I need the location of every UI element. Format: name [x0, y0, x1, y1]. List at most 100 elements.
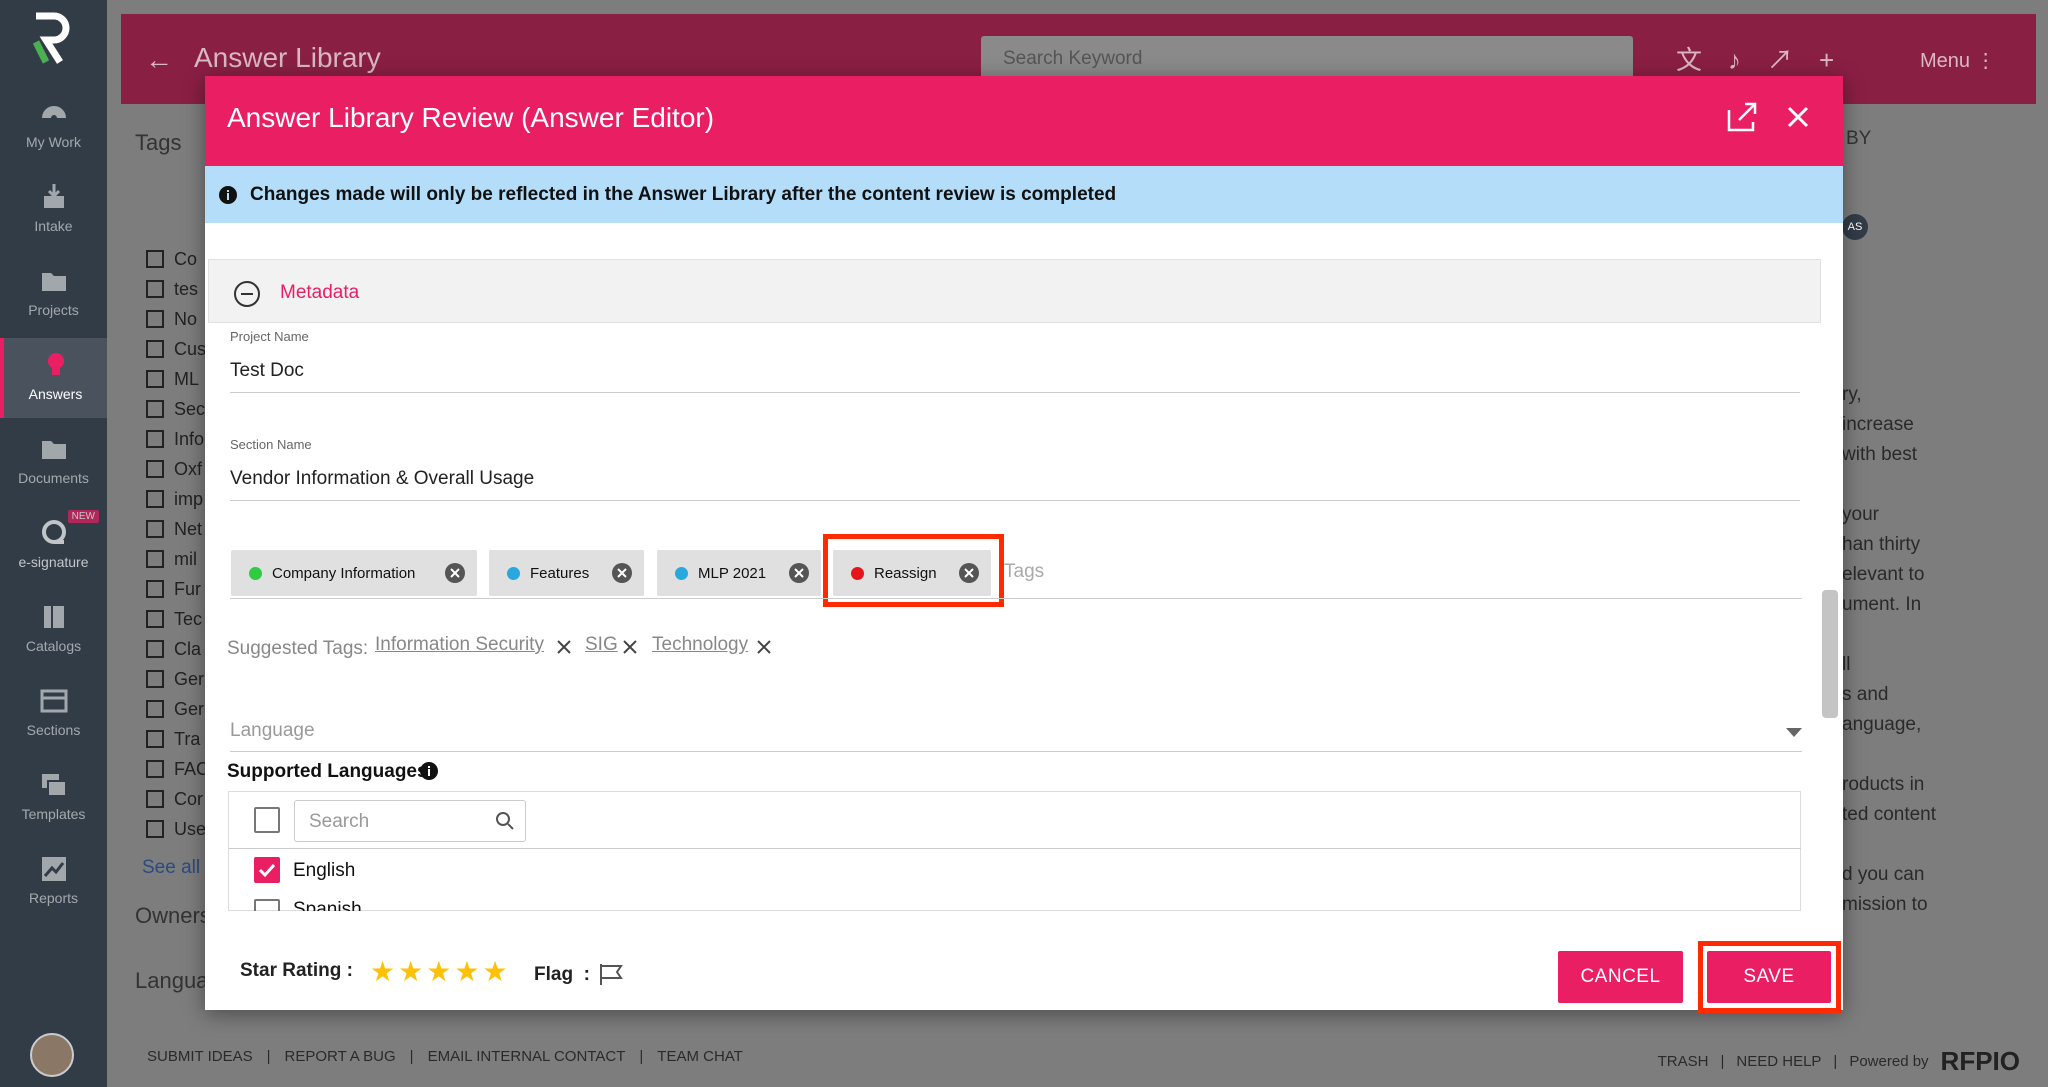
remove-tag-icon[interactable] [445, 563, 465, 583]
info-icon[interactable] [420, 762, 438, 780]
tag-filter-checkbox[interactable] [146, 790, 164, 808]
modal-scrollbar[interactable] [1822, 590, 1838, 718]
collapse-minus-icon[interactable] [233, 280, 261, 308]
suggested-tag[interactable]: Information Security [375, 634, 544, 656]
sidebar-item-sections[interactable]: Sections [0, 674, 107, 754]
tag-filter-item[interactable]: Fur [146, 574, 209, 604]
tag-filter-checkbox[interactable] [146, 640, 164, 658]
sidebar-item-catalogs[interactable]: Catalogs [0, 590, 107, 670]
submit-ideas-link[interactable]: SUBMIT IDEAS [147, 1048, 253, 1065]
metadata-section-header[interactable]: Metadata [208, 259, 1821, 323]
tag-filter-item[interactable]: Sec [146, 394, 209, 424]
english-checkbox[interactable] [254, 857, 280, 883]
chevron-down-icon[interactable] [1786, 728, 1802, 737]
tag-filter-checkbox[interactable] [146, 310, 164, 328]
tag-filter-item[interactable]: Ger [146, 694, 209, 724]
tag-filter-checkbox[interactable] [146, 550, 164, 568]
menu-button[interactable]: Menu ⋮ [1920, 48, 1996, 73]
tag-filter-item[interactable]: mil [146, 544, 209, 574]
tag-filter-item[interactable]: No [146, 304, 209, 334]
tag-filter-item[interactable]: Tra [146, 724, 209, 754]
tag-filter-checkbox[interactable] [146, 580, 164, 598]
tag-filter-item[interactable]: Ger [146, 664, 209, 694]
star-icon[interactable]: ★ [482, 956, 510, 987]
tag-filter-checkbox[interactable] [146, 610, 164, 628]
tag-filter-checkbox[interactable] [146, 460, 164, 478]
email-internal-contact-link[interactable]: EMAIL INTERNAL CONTACT [428, 1048, 626, 1065]
sidebar-item-reports[interactable]: Reports [0, 842, 107, 922]
close-icon[interactable] [1781, 100, 1815, 134]
tag-chip[interactable]: Features [489, 550, 644, 596]
tag-filter-item[interactable]: tes [146, 274, 209, 304]
suggested-tag[interactable]: Technology [652, 634, 748, 656]
bell-icon[interactable]: ♪ [1728, 45, 1767, 75]
tag-filter-item[interactable]: Net [146, 514, 209, 544]
star-icon[interactable]: ★ [426, 956, 454, 987]
flag-icon[interactable] [598, 962, 624, 986]
tag-filter-item[interactable]: Cus [146, 334, 209, 364]
tags-input[interactable]: Tags [1004, 561, 1044, 583]
tag-chip[interactable]: Company Information [231, 550, 477, 596]
spanish-checkbox[interactable] [254, 899, 280, 911]
sort-by-label[interactable]: BY [1846, 128, 1871, 150]
tag-filter-item[interactable]: Use [146, 814, 209, 844]
sidebar-item-documents[interactable]: Documents [0, 422, 107, 502]
sidebar-item-answers[interactable]: Answers [0, 338, 107, 418]
need-help-link[interactable]: NEED HELP [1736, 1053, 1821, 1070]
suggested-tag[interactable]: SIG [585, 634, 618, 656]
add-icon[interactable]: + [1819, 45, 1860, 75]
back-arrow-icon[interactable]: ← [145, 44, 173, 76]
dismiss-suggestion-icon[interactable] [622, 639, 638, 655]
header-icons[interactable]: 文♪↗+ [1676, 40, 1860, 77]
translate-icon[interactable]: 文 [1676, 45, 1728, 75]
sidebar-item-e-signature[interactable]: e-signature NEW [0, 506, 107, 586]
sidebar-item-templates[interactable]: Templates [0, 758, 107, 838]
tag-filter-checkbox[interactable] [146, 430, 164, 448]
dismiss-suggestion-icon[interactable] [756, 639, 772, 655]
star-icon[interactable]: ★ [370, 956, 398, 987]
tag-filter-item[interactable]: Cor [146, 784, 209, 814]
tag-filter-checkbox[interactable] [146, 490, 164, 508]
tag-filter-checkbox[interactable] [146, 760, 164, 778]
tag-filter-checkbox[interactable] [146, 700, 164, 718]
tag-filter-checkbox[interactable] [146, 340, 164, 358]
sidebar-item-projects[interactable]: Projects [0, 254, 107, 334]
star-rating[interactable]: ★★★★★ [370, 955, 511, 988]
star-icon[interactable]: ★ [454, 956, 482, 987]
section-name-field[interactable]: Vendor Information & Overall Usage [230, 468, 534, 490]
rfpio-logo[interactable] [30, 12, 76, 66]
analytics-icon[interactable]: ↗ [1767, 45, 1819, 75]
dismiss-suggestion-icon[interactable] [556, 639, 572, 655]
tag-filter-item[interactable]: Info [146, 424, 209, 454]
tag-filter-item[interactable]: ML [146, 364, 209, 394]
tag-filter-checkbox[interactable] [146, 730, 164, 748]
tag-filter-checkbox[interactable] [146, 520, 164, 538]
remove-tag-icon[interactable] [612, 563, 632, 583]
tag-chip[interactable]: MLP 2021 [657, 550, 821, 596]
tag-filter-checkbox[interactable] [146, 250, 164, 268]
trash-link[interactable]: TRASH [1658, 1053, 1709, 1070]
sidebar-item-intake[interactable]: Intake [0, 170, 107, 250]
report-bug-link[interactable]: REPORT A BUG [285, 1048, 396, 1065]
tag-filter-item[interactable]: FAC [146, 754, 209, 784]
open-external-icon[interactable] [1725, 100, 1759, 134]
user-avatar[interactable] [30, 1033, 74, 1077]
sidebar-item-my-work[interactable]: My Work [0, 86, 107, 166]
tag-filter-item[interactable]: Oxf [146, 454, 209, 484]
tag-filter-checkbox[interactable] [146, 370, 164, 388]
tag-filter-item[interactable]: imp [146, 484, 209, 514]
cancel-button[interactable]: CANCEL [1558, 951, 1683, 1003]
team-chat-link[interactable]: TEAM CHAT [657, 1048, 743, 1065]
language-select[interactable]: Language [230, 720, 315, 742]
tag-filter-item[interactable]: Co [146, 244, 209, 274]
remove-tag-icon[interactable] [789, 563, 809, 583]
tag-filter-checkbox[interactable] [146, 670, 164, 688]
tag-filter-item[interactable]: Cla [146, 634, 209, 664]
tag-filter-checkbox[interactable] [146, 820, 164, 838]
tag-filter-checkbox[interactable] [146, 280, 164, 298]
language-search-input[interactable]: Search [294, 800, 526, 842]
project-name-field[interactable]: Test Doc [230, 360, 304, 382]
tag-filter-item[interactable]: Tec [146, 604, 209, 634]
tag-filter-checkbox[interactable] [146, 400, 164, 418]
select-all-checkbox[interactable] [254, 807, 280, 833]
